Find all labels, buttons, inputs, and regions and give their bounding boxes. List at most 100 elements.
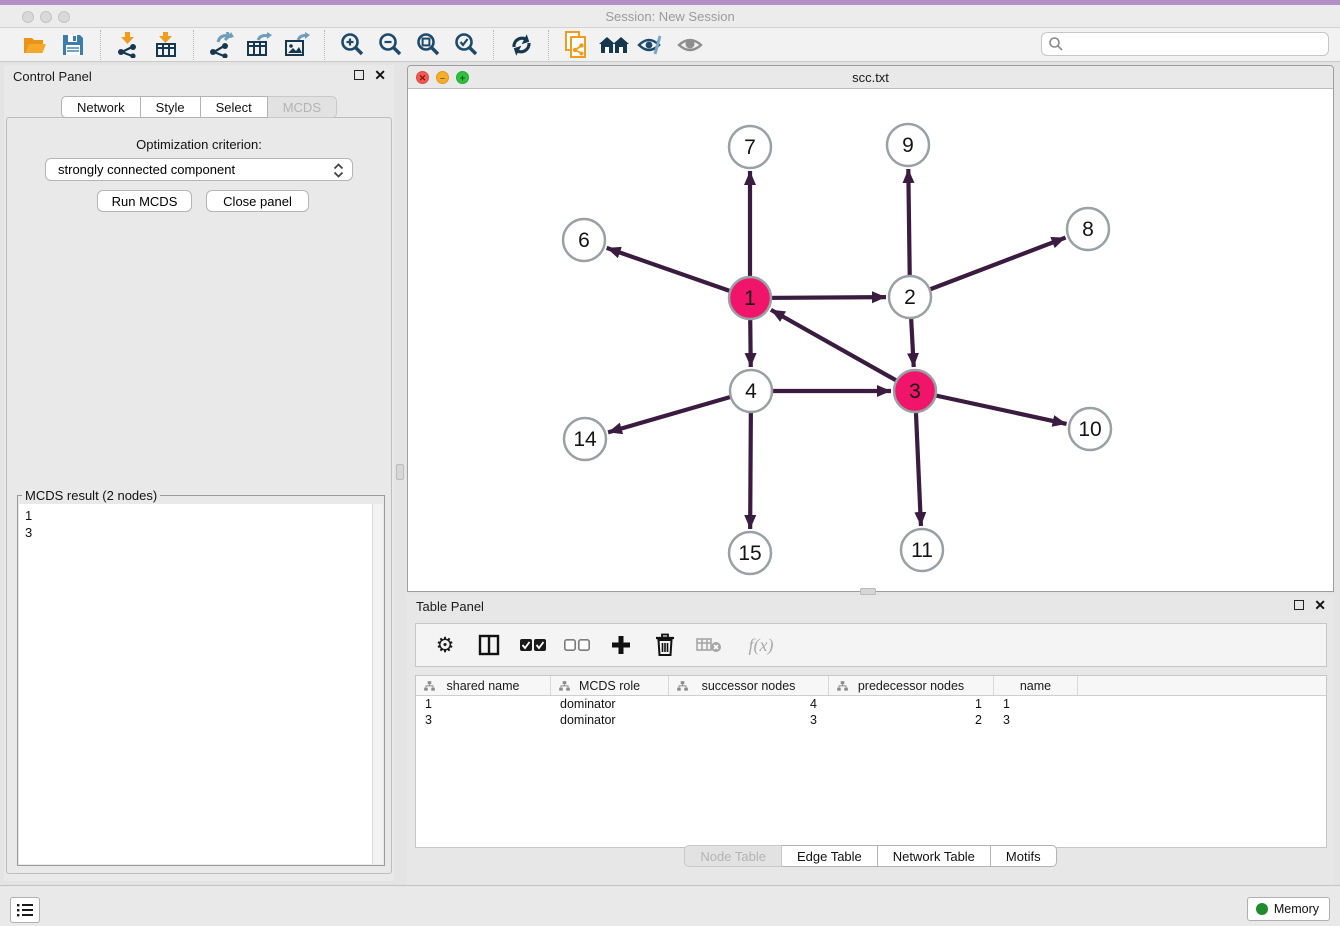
delete-table-button-disabled[interactable] (694, 630, 724, 660)
column-header-MCDS-role[interactable]: MCDS role (551, 676, 669, 695)
table-panel-close-button[interactable]: ✕ (1314, 600, 1326, 610)
save-session-button[interactable] (54, 30, 92, 60)
graph-edge-4-14[interactable] (608, 391, 751, 432)
memory-button-label: Memory (1274, 902, 1319, 916)
table-cell[interactable]: dominator (551, 712, 669, 728)
delete-column-button[interactable] (650, 630, 680, 660)
graph-edge-3-1[interactable] (771, 310, 915, 391)
graph-node-label-14: 14 (573, 428, 597, 451)
tab-edge-table[interactable]: Edge Table (782, 845, 878, 867)
zoom-in-button[interactable] (333, 30, 371, 60)
select-all-columns-button[interactable] (518, 630, 548, 660)
network-file-button[interactable] (557, 30, 595, 60)
column-header-shared-name[interactable]: shared name (416, 676, 551, 695)
hierarchy-icon (676, 680, 689, 693)
mcds-result-scrollbar[interactable] (372, 504, 383, 864)
select-spinner-icon (332, 162, 345, 179)
table-cell[interactable]: 2 (829, 712, 994, 728)
table-cell[interactable]: 1 (416, 696, 551, 712)
gear-icon: ⚙ (436, 635, 455, 656)
run-mcds-button[interactable]: Run MCDS (97, 190, 192, 212)
table-panel: Table Panel ✕ ⚙ (407, 595, 1334, 885)
optimization-criterion-select[interactable]: strongly connected component (45, 158, 353, 181)
split-columns-button[interactable] (474, 630, 504, 660)
network-window-title: scc.txt (408, 70, 1333, 85)
control-panel-close-button[interactable]: ✕ (374, 70, 386, 80)
main-titlebar: Session: New Session (0, 5, 1340, 28)
zoom-fit-icon (416, 32, 441, 57)
node-table[interactable]: shared name MCDS rolesuccessor nodes prede… (415, 675, 1327, 848)
graph-node-label-8: 8 (1082, 218, 1094, 241)
mcds-result-line: 1 (25, 507, 377, 524)
zoom-selected-button[interactable] (447, 30, 485, 60)
search-field-wrap (1041, 32, 1329, 56)
column-header-name[interactable]: name (994, 676, 1078, 695)
table-cell[interactable]: dominator (551, 696, 669, 712)
column-header-predecessor-nodes[interactable]: predecessor nodes (829, 676, 994, 695)
graph-edge-3-10[interactable] (915, 391, 1067, 424)
tab-mcds[interactable]: MCDS (268, 96, 337, 118)
horizontal-splitter-handle[interactable] (860, 588, 876, 595)
status-bar: Memory (0, 885, 1340, 926)
graph-canvas-svg[interactable]: 7968124314101511 (408, 89, 1333, 592)
network-window-titlebar[interactable]: ✕ – + scc.txt (408, 66, 1333, 89)
import-network-button[interactable] (109, 30, 147, 60)
table-panel-tabs: Node TableEdge TableNetwork TableMotifs (407, 845, 1334, 867)
node-table-body: 1dominator4113dominator323 (416, 696, 1326, 728)
table-cell[interactable]: 1 (829, 696, 994, 712)
mcds-result-fieldset: MCDS result (2 nodes) 13 (17, 488, 385, 866)
zoom-fit-button[interactable] (409, 30, 447, 60)
graph-edge-1-6[interactable] (607, 248, 750, 298)
apply-layout-button[interactable] (502, 30, 540, 60)
table-cell[interactable]: 4 (669, 696, 829, 712)
column-header-successor-nodes[interactable]: successor nodes (669, 676, 829, 695)
split-columns-icon (478, 634, 500, 656)
function-builder-button-disabled[interactable]: f(x) (738, 630, 784, 660)
hide-details-button[interactable] (633, 30, 671, 60)
vertical-splitter-handle[interactable] (396, 464, 404, 480)
add-column-button[interactable] (606, 630, 636, 660)
table-panel-float-button[interactable] (1294, 600, 1304, 610)
zoom-out-icon (378, 32, 403, 57)
table-row[interactable]: 3dominator323 (416, 712, 1326, 728)
export-table-icon (246, 32, 272, 58)
close-panel-button[interactable]: Close panel (206, 190, 309, 212)
table-cell[interactable]: 3 (669, 712, 829, 728)
search-icon (1048, 36, 1064, 52)
table-cell[interactable]: 1 (994, 696, 1078, 712)
deselect-all-columns-button[interactable] (562, 630, 592, 660)
graph-node-label-4: 4 (745, 380, 757, 403)
zoom-out-button[interactable] (371, 30, 409, 60)
open-session-button[interactable] (16, 30, 54, 60)
application-window: Session: New Session (0, 0, 1340, 926)
tab-style[interactable]: Style (141, 96, 201, 118)
tab-network[interactable]: Network (61, 96, 141, 118)
export-image-button[interactable] (278, 30, 316, 60)
export-table-button[interactable] (240, 30, 278, 60)
column-header-label: shared name (447, 679, 520, 693)
import-table-button[interactable] (147, 30, 185, 60)
control-panel-float-button[interactable] (354, 70, 364, 80)
table-cell[interactable]: 3 (416, 712, 551, 728)
show-details-button[interactable] (671, 30, 709, 60)
tab-select[interactable]: Select (201, 96, 268, 118)
table-row[interactable]: 1dominator411 (416, 696, 1326, 712)
list-icon (16, 902, 34, 918)
checked-boxes-icon (520, 638, 546, 652)
task-history-button[interactable] (10, 897, 40, 923)
main-toolbar (0, 28, 1340, 62)
tab-motifs[interactable]: Motifs (991, 845, 1057, 867)
graph-edge-2-8[interactable] (910, 238, 1066, 297)
graph-node-label-3: 3 (909, 380, 921, 403)
graph-node-label-11: 11 (911, 539, 933, 562)
mcds-result-area[interactable]: 13 (19, 504, 383, 864)
memory-button[interactable]: Memory (1247, 897, 1330, 921)
home-overview-button[interactable] (595, 30, 633, 60)
tab-network-table[interactable]: Network Table (878, 845, 991, 867)
table-settings-button[interactable]: ⚙ (430, 630, 460, 660)
table-cell[interactable]: 3 (994, 712, 1078, 728)
tab-node-table[interactable]: Node Table (684, 845, 782, 867)
column-header-label: predecessor nodes (858, 679, 964, 693)
export-network-button[interactable] (202, 30, 240, 60)
search-input[interactable] (1041, 32, 1329, 56)
